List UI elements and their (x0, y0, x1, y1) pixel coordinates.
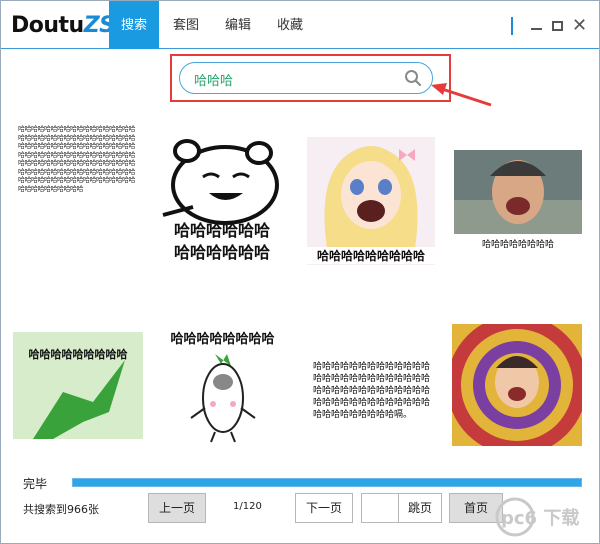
result-image-5-caption: 哈哈哈哈哈哈哈哈哈 (28, 348, 128, 361)
jump-page-button[interactable]: 跳页 (398, 493, 442, 523)
result-image-7[interactable]: 哈哈哈哈哈哈哈哈哈哈哈哈哈 哈哈哈哈哈哈哈哈哈哈哈哈哈 哈哈哈哈哈哈哈哈哈哈哈哈… (313, 361, 438, 421)
result-image-3-caption: 哈哈哈哈哈哈哈哈哈 (307, 247, 435, 264)
result-image-2-line-1: 哈哈哈哈哈哈 (173, 221, 270, 240)
result-image-6[interactable]: 哈哈哈哈哈哈哈哈 (165, 324, 280, 444)
tab-favorites[interactable]: 收藏 (265, 1, 315, 49)
tab-edit[interactable]: 编辑 (213, 1, 263, 49)
result-count: 共搜索到966张 (23, 503, 99, 516)
search-input-value[interactable]: 哈哈哈 (194, 70, 233, 89)
app-logo: DoutuZS (11, 13, 115, 38)
anime-girl-drawing (324, 146, 418, 249)
result-image-7-line-2: 哈哈哈哈哈哈哈哈哈哈哈哈哈 (313, 374, 431, 384)
result-image-7-line-5: 哈哈哈哈哈哈哈哈哈嗝。 (313, 410, 413, 420)
result-image-8[interactable] (452, 324, 582, 446)
result-image-7-line-4: 哈哈哈哈哈哈哈哈哈哈哈哈哈 (313, 398, 431, 408)
title-bar: DoutuZS 搜索 套图 编辑 收藏 ✕ (1, 1, 599, 49)
bear-meme-drawing (162, 139, 279, 225)
result-image-5[interactable]: 哈哈哈哈哈哈哈哈哈 (13, 332, 143, 439)
progress-bar (72, 478, 582, 487)
minimize-icon[interactable] (531, 28, 542, 30)
result-image-2-line-2: 哈哈哈哈哈哈 (173, 243, 270, 262)
result-image-4[interactable]: 哈哈哈哈哈哈哈哈 (454, 150, 582, 252)
pc6-watermark-logo: pc6 下载 (495, 497, 579, 537)
radish-character-drawing (190, 354, 256, 443)
page-indicator: 1/120 (233, 501, 262, 512)
psychedelic-face-drawing (452, 324, 582, 446)
next-page-button[interactable]: 下一页 (295, 493, 353, 523)
result-image-7-line-1: 哈哈哈哈哈哈哈哈哈哈哈哈哈 (313, 362, 431, 372)
page-jump-input[interactable] (361, 493, 399, 523)
maximize-icon[interactable] (552, 21, 563, 31)
close-icon[interactable]: ✕ (572, 15, 587, 36)
result-image-7-line-3: 哈哈哈哈哈哈哈哈哈哈哈哈哈 (313, 386, 431, 396)
result-image-3[interactable]: 哈哈哈哈哈哈哈哈哈 (307, 137, 435, 265)
result-image-6-caption: 哈哈哈哈哈哈哈哈 (170, 332, 275, 347)
result-image-4-caption: 哈哈哈哈哈哈哈哈 (481, 240, 554, 250)
title-separator (511, 17, 513, 35)
search-icon[interactable] (404, 69, 422, 87)
tab-search[interactable]: 搜索 (109, 1, 159, 49)
search-input[interactable]: 哈哈哈 (179, 62, 433, 94)
app-window: DoutuZS 搜索 套图 编辑 收藏 ✕ 哈哈哈 哈哈哈哈哈哈哈哈哈哈哈哈哈哈… (0, 0, 600, 544)
result-image-1-text: 哈哈哈哈哈哈哈哈哈哈哈哈哈哈哈哈哈哈哈哈哈哈哈哈哈哈哈哈哈哈哈哈哈哈哈哈哈哈哈哈… (18, 125, 136, 193)
result-image-2[interactable]: 哈哈哈哈哈哈 哈哈哈哈哈哈 (153, 127, 291, 269)
prev-page-button[interactable]: 上一页 (148, 493, 206, 523)
watermark-text: pc6 下载 (501, 507, 579, 529)
tab-sets[interactable]: 套图 (161, 1, 211, 49)
progress-bar-fill (73, 479, 581, 486)
result-image-1[interactable]: 哈哈哈哈哈哈哈哈哈哈哈哈哈哈哈哈哈哈哈哈哈哈哈哈哈哈哈哈哈哈哈哈哈哈哈哈哈哈哈哈… (18, 125, 138, 277)
status-text: 完毕 (23, 477, 48, 491)
laughing-man-photo (454, 150, 582, 234)
